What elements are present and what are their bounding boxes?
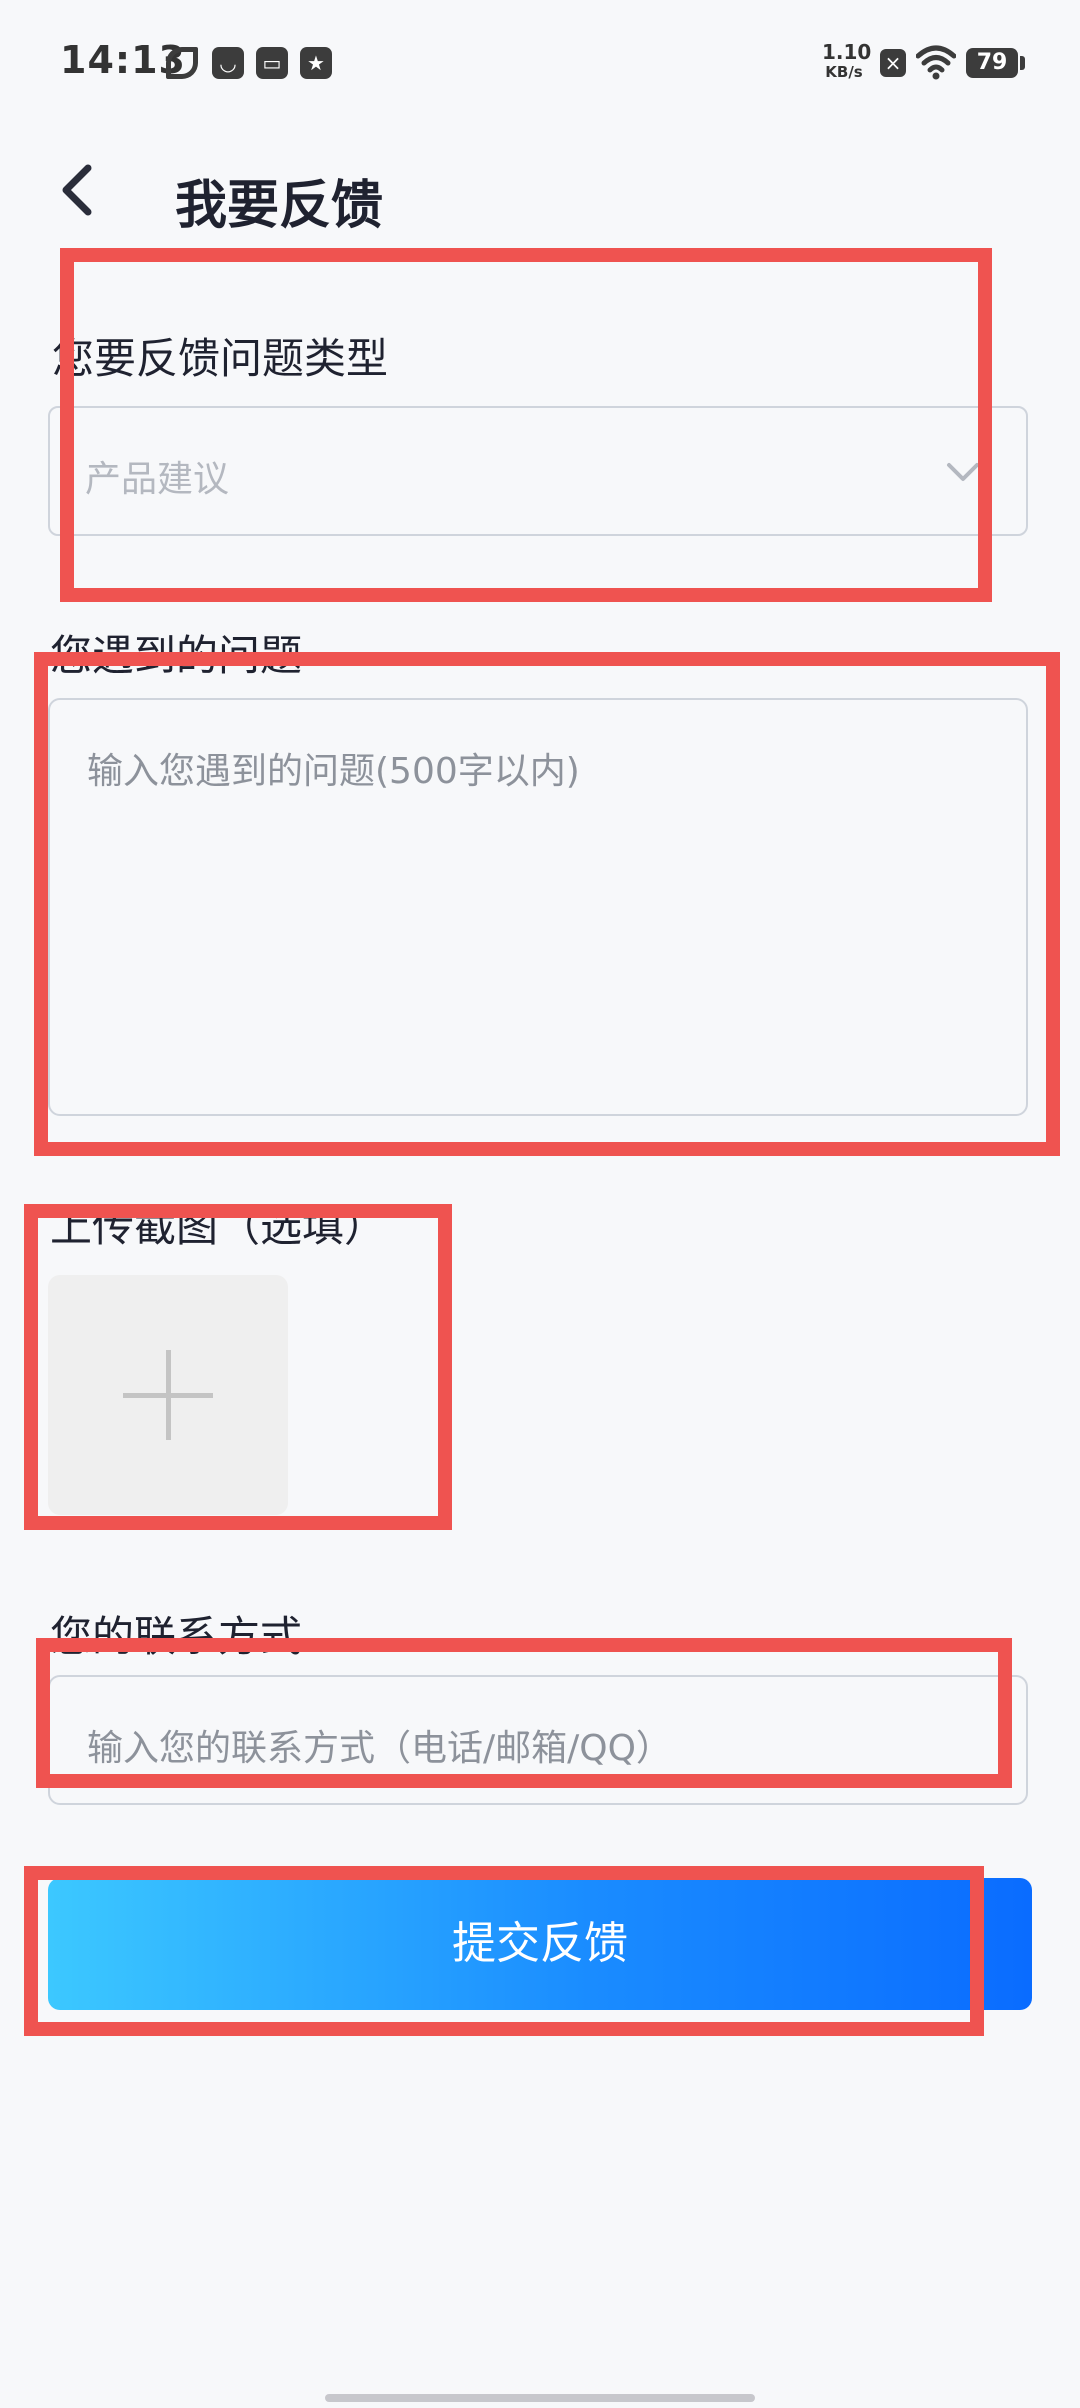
- close-notification-icon: ×: [880, 49, 906, 77]
- plus-icon-vertical: [166, 1350, 171, 1440]
- back-button[interactable]: [52, 160, 112, 220]
- submit-feedback-button[interactable]: 提交反馈: [48, 1878, 1032, 2010]
- page-title: 我要反馈: [175, 176, 384, 236]
- network-speed-unit: KB/s: [825, 63, 863, 81]
- chevron-left-icon: [62, 164, 92, 216]
- battery-cap: [1020, 56, 1025, 70]
- home-indicator[interactable]: [325, 2394, 755, 2402]
- problem-textarea[interactable]: 输入您遇到的问题(500字以内): [48, 698, 1028, 1116]
- feedback-type-select[interactable]: 产品建议: [48, 406, 1028, 536]
- network-speed: 1.10 KB/s: [822, 42, 871, 82]
- message-icon: ◡: [212, 47, 244, 79]
- battery-level: 79: [976, 50, 1008, 75]
- chevron-down-icon: [947, 463, 979, 481]
- contact-input[interactable]: 输入您的联系方式（电话/邮箱/QQ）: [48, 1675, 1028, 1805]
- upload-label: 上传截图（选填）: [50, 1202, 387, 1251]
- wifi-icon: [916, 45, 956, 80]
- star-icon: ★: [300, 47, 332, 79]
- feedback-type-label: 您要反馈问题类型: [52, 334, 389, 383]
- problem-placeholder: 输入您遇到的问题(500字以内): [87, 751, 580, 792]
- battery-icon: 79: [966, 48, 1018, 78]
- calendar-icon: ▭: [256, 47, 288, 79]
- upload-screenshot-button[interactable]: [48, 1275, 288, 1515]
- feedback-type-value: 产品建议: [85, 459, 230, 500]
- contact-label: 您的联系方式: [50, 1612, 303, 1661]
- contact-placeholder: 输入您的联系方式（电话/邮箱/QQ）: [87, 1728, 672, 1769]
- network-speed-value: 1.10: [822, 40, 872, 64]
- leaf-icon: [166, 47, 198, 79]
- status-bar: 14:13 ◡ ▭ ★ 1.10 KB/s × 79: [0, 0, 1080, 120]
- problem-label: 您遇到的问题: [50, 631, 303, 680]
